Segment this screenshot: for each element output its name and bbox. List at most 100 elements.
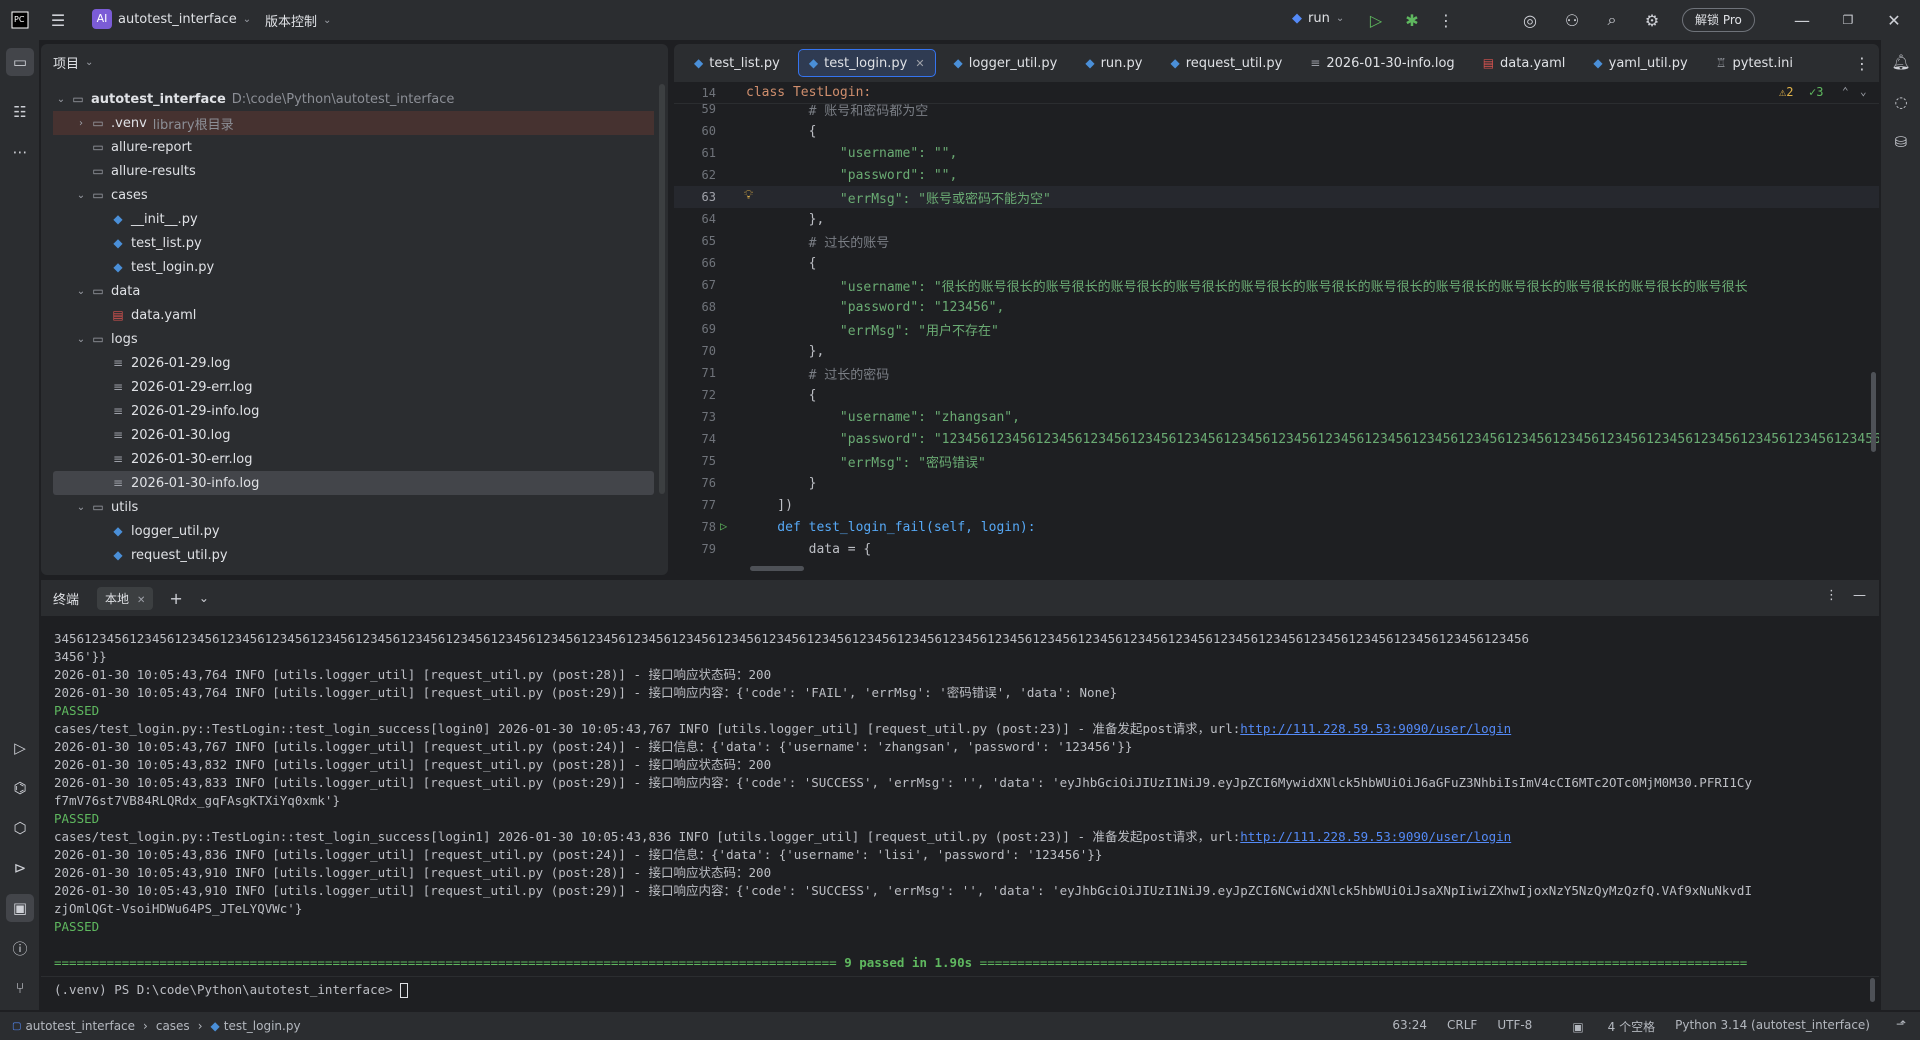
tree-item-root[interactable]: ⌄ ▭ autotest_interface D:\code\Python\au… [53, 87, 654, 111]
run-icon[interactable]: ▷ [1362, 6, 1390, 34]
tree-item-logger-util[interactable]: ◆ logger_util.py [53, 519, 654, 543]
python-packages-icon[interactable]: ⬡ [6, 814, 34, 842]
services-icon[interactable]: ⊳ [6, 854, 34, 882]
tree-item-test-list[interactable]: ◆ test_list.py [53, 231, 654, 255]
run-tool-icon[interactable]: ▷ [6, 734, 34, 762]
tree-item-allure-report[interactable]: ▭ allure-report [53, 135, 654, 159]
tree-item-log-file[interactable]: ≡ 2026-01-29-err.log [53, 375, 654, 399]
python-console-icon[interactable]: ⌬ [6, 774, 34, 802]
caret-position[interactable]: 63:24 [1392, 1018, 1427, 1035]
close-icon[interactable]: ✕ [1880, 6, 1908, 34]
chevron-right-icon: › [143, 1019, 148, 1033]
terminal-url-link[interactable]: http://111.228.59.53:9090/user/login [1240, 829, 1511, 844]
vcs-label: 版本控制 [265, 15, 318, 30]
notifications-bell-icon[interactable]: 🔔︎ [1887, 48, 1915, 76]
database-icon[interactable]: ⛁ [1887, 128, 1915, 156]
line-number: 60 [701, 124, 716, 138]
tab-label: request_util.py [1185, 55, 1283, 71]
tree-item-init-py[interactable]: ◆ __init__.py [53, 207, 654, 231]
terminal-options-icon[interactable]: ⋮ [1825, 588, 1838, 603]
minimize-icon[interactable]: — [1788, 6, 1816, 34]
tab-data-yaml[interactable]: ▤ data.yaml [1473, 49, 1576, 77]
tree-item-data[interactable]: ⌄ ▭ data [53, 279, 654, 303]
breadcrumb-item[interactable]: cases [156, 1019, 190, 1033]
code-area[interactable]: 14 class TestLogin: ⚠2 ✓3 ⌃ ⌄ 59 # 账号和密码… [674, 82, 1879, 575]
tab-request-util[interactable]: ◆ request_util.py [1160, 49, 1292, 77]
problems-icon[interactable]: ⓘ [6, 934, 34, 962]
tab-test-login[interactable]: ◆ test_login.py ✕ [797, 49, 936, 77]
tree-item-test-login[interactable]: ◆ test_login.py [53, 255, 654, 279]
file-encoding[interactable]: UTF-8 [1497, 1018, 1532, 1035]
tree-item-cases[interactable]: ⌄ ▭ cases [53, 183, 654, 207]
terminal-url-link[interactable]: http://111.228.59.53:9090/user/login [1240, 721, 1511, 736]
project-folder-icon[interactable]: ▭ [6, 48, 34, 76]
project-scrollbar[interactable] [659, 84, 665, 494]
ai-chat-icon[interactable]: ◌ [1887, 88, 1915, 116]
breadcrumb-item[interactable]: autotest_interface [25, 1019, 135, 1033]
restore-icon[interactable]: ❐ [1834, 6, 1862, 34]
chevron-up-icon[interactable]: ⌃ [1842, 85, 1849, 98]
editor-h-scrollbar[interactable] [750, 566, 804, 571]
tree-item-log-file[interactable]: ≡ 2026-01-30-err.log [53, 447, 654, 471]
tree-item-log-file-selected[interactable]: ≡ 2026-01-30-info.log [53, 471, 654, 495]
tree-item-allure-results[interactable]: ▭ allure-results [53, 159, 654, 183]
more-actions-icon[interactable]: ⋮ [1432, 6, 1460, 34]
add-tab-icon[interactable]: + [169, 589, 182, 608]
tabs-more-icon[interactable]: ⋮ [1848, 49, 1876, 77]
add-user-icon[interactable]: ⚇ [1558, 6, 1586, 34]
close-icon[interactable]: ✕ [137, 595, 145, 606]
tab-info-log[interactable]: ≡ 2026-01-30-info.log [1300, 49, 1464, 77]
run-config-selector[interactable]: ◆ run ⌄ [1292, 11, 1344, 26]
project-panel-header[interactable]: 项目 ⌄ [41, 44, 668, 80]
tab-pytest-ini[interactable]: ♖ pytest.ini [1706, 49, 1803, 77]
chevron-down-icon[interactable]: ⌄ [1860, 85, 1867, 98]
code-line: 60 { [674, 120, 1879, 142]
structure-icon[interactable]: ☷ [6, 98, 34, 126]
unlock-pro-button[interactable]: 解锁 Pro [1682, 8, 1755, 32]
project-name: autotest_interface [118, 11, 237, 27]
check-icon[interactable]: ✓3 [1809, 85, 1823, 99]
code-line: 65 # 过长的账号 [674, 230, 1879, 252]
breadcrumb-item[interactable]: test_login.py [224, 1019, 301, 1033]
folder-icon: ▭ [72, 92, 84, 106]
hide-panel-icon[interactable]: — [1853, 588, 1866, 603]
tree-item-venv[interactable]: › ▭ .venv library根目录 [53, 111, 654, 135]
terminal-icon[interactable]: ▣ [6, 894, 34, 922]
python-interpreter[interactable]: Python 3.14 (autotest_interface) [1675, 1018, 1870, 1035]
line-number: 74 [701, 432, 716, 446]
editor-scrollbar[interactable] [1871, 372, 1876, 452]
terminal-scrollbar[interactable] [1870, 978, 1875, 1002]
tab-run[interactable]: ◆ run.py [1075, 49, 1152, 77]
readonly-toggle-icon[interactable]: ⬏ [1896, 1017, 1906, 1031]
git-icon[interactable]: ⑂ [6, 974, 34, 1002]
code-text: # 过长的账号 [746, 235, 890, 251]
debug-icon[interactable]: ✱ [1398, 6, 1426, 34]
tree-item-request-util[interactable]: ◆ request_util.py [53, 543, 654, 567]
tab-test-list[interactable]: ◆ test_list.py [684, 49, 790, 77]
line-separator[interactable]: CRLF [1447, 1018, 1477, 1035]
settings-gear-icon[interactable]: ⚙ [1638, 6, 1666, 34]
tab-logger-util[interactable]: ◆ logger_util.py [944, 49, 1068, 77]
tree-item-log-file[interactable]: ≡ 2026-01-30.log [53, 423, 654, 447]
terminal-tab-local[interactable]: 本地 ✕ [97, 586, 154, 610]
tab-yaml-util[interactable]: ◆ yaml_util.py [1583, 49, 1697, 77]
tree-item-data-yaml[interactable]: ▤ data.yaml [53, 303, 654, 327]
warning-icon[interactable]: ⚠2 [1779, 85, 1793, 99]
tree-label: 2026-01-30-err.log [131, 451, 253, 467]
tree-item-utils[interactable]: ⌄ ▭ utils [53, 495, 654, 519]
run-gutter-icon[interactable]: ▷ [720, 519, 727, 533]
tree-item-log-file[interactable]: ≡ 2026-01-29.log [53, 351, 654, 375]
indent-setting[interactable]: ▣ 4 个空格 [1552, 1018, 1655, 1035]
close-tab-icon[interactable]: ✕ [915, 57, 924, 70]
more-tools-icon[interactable]: ⋯ [6, 138, 34, 166]
vcs-menu[interactable]: 版本控制 ⌄ [265, 11, 331, 30]
project-switcher[interactable]: AI autotest_interface ⌄ [92, 9, 251, 29]
tree-item-logs[interactable]: ⌄ ▭ logs [53, 327, 654, 351]
project-panel: 项目 ⌄ ⌄ ▭ autotest_interface D:\code\Pyth… [41, 44, 668, 575]
ai-assistant-icon[interactable]: ◎ [1516, 6, 1544, 34]
terminal-prompt[interactable]: (.venv) PS D:\code\Python\autotest_inter… [54, 981, 409, 999]
chevron-down-icon[interactable]: ⌄ [199, 591, 209, 605]
main-menu-icon[interactable]: ☰ [44, 6, 72, 34]
tree-item-log-file[interactable]: ≡ 2026-01-29-info.log [53, 399, 654, 423]
search-icon[interactable]: ⌕ [1598, 6, 1626, 34]
